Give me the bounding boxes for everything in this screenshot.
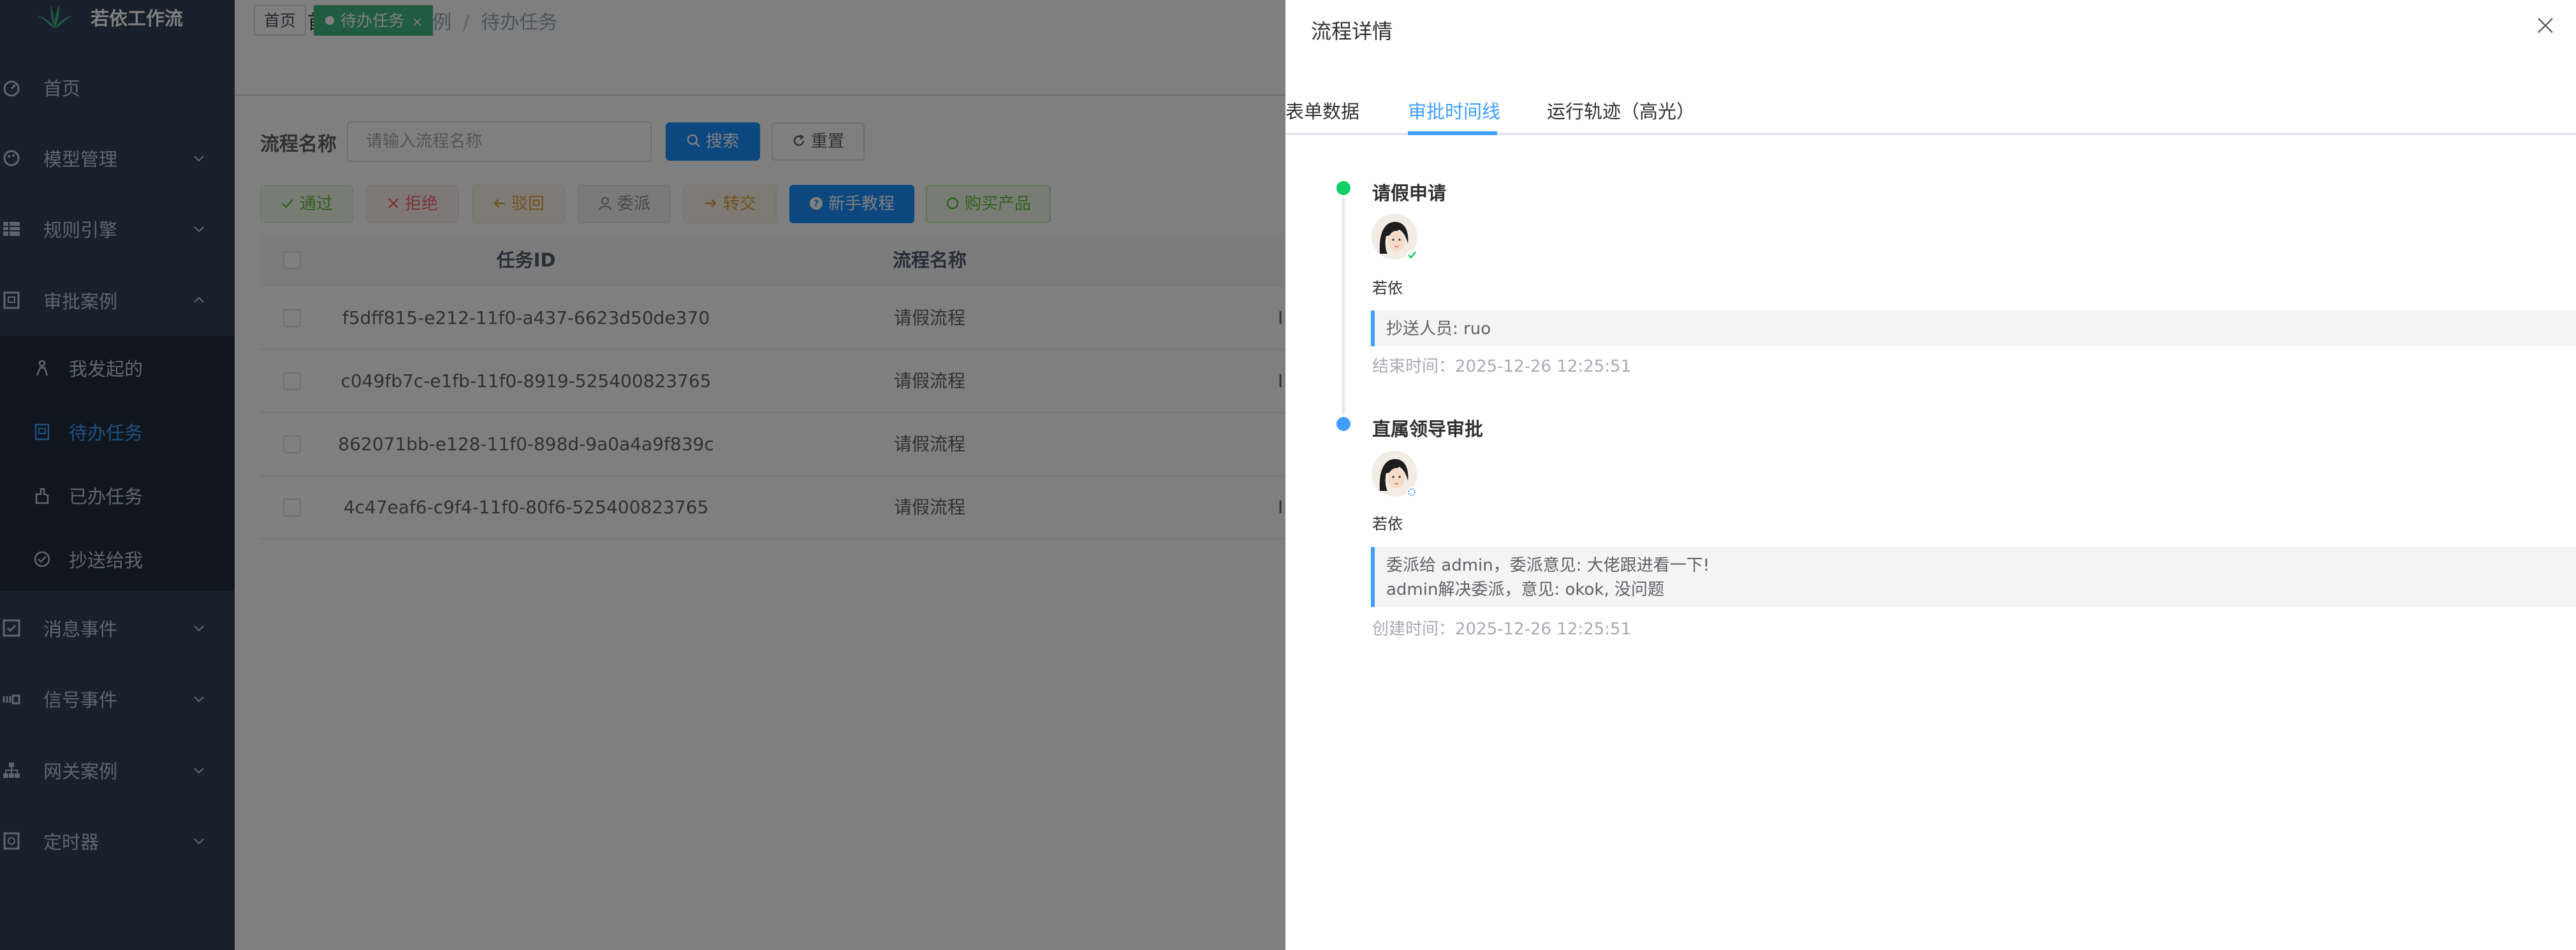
- tab-approval-timeline[interactable]: 审批时间线: [1408, 97, 1500, 124]
- timeline-timestamp: 结束时间：2025-12-26 12:25:51: [1372, 357, 1632, 376]
- comment-line: admin解决委派，意见: okok, 没问题: [1386, 580, 1665, 599]
- timeline-line: [1342, 189, 1345, 426]
- active-tab-indicator: [1408, 131, 1497, 135]
- tab-run-track[interactable]: 运行轨迹（高光）: [1547, 97, 1695, 124]
- process-detail-drawer: 流程详情 表单数据 审批时间线 运行轨迹（高光） 请假申请 若依 抄送人员: r…: [1285, 0, 2576, 950]
- timeline-timestamp: 创建时间：2025-12-26 12:25:51: [1372, 620, 1632, 639]
- timeline-comment: 委派给 admin，委派意见: 大佬跟进看一下! admin解决委派，意见: o…: [1371, 547, 2576, 607]
- timeline-comment: 抄送人员: ruo: [1371, 311, 2576, 346]
- assignee-name: 若依: [1372, 515, 1403, 533]
- timeline-node-title: 直属领导审批: [1372, 418, 1484, 440]
- drawer-title: 流程详情: [1311, 19, 1393, 43]
- close-icon[interactable]: [2536, 17, 2554, 34]
- comment-line: 委派给 admin，委派意见: 大佬跟进看一下!: [1386, 556, 1710, 575]
- timeline-dot-pending: [1334, 414, 1353, 434]
- avatar: [1372, 214, 1417, 260]
- timeline-node-title: 请假申请: [1372, 182, 1447, 204]
- avatar: [1372, 451, 1417, 497]
- comment-line: 抄送人员: ruo: [1386, 319, 1491, 339]
- assignee-name: 若依: [1372, 279, 1403, 297]
- tab-form-data[interactable]: 表单数据: [1285, 97, 1359, 124]
- timeline-dot-completed: [1334, 179, 1353, 198]
